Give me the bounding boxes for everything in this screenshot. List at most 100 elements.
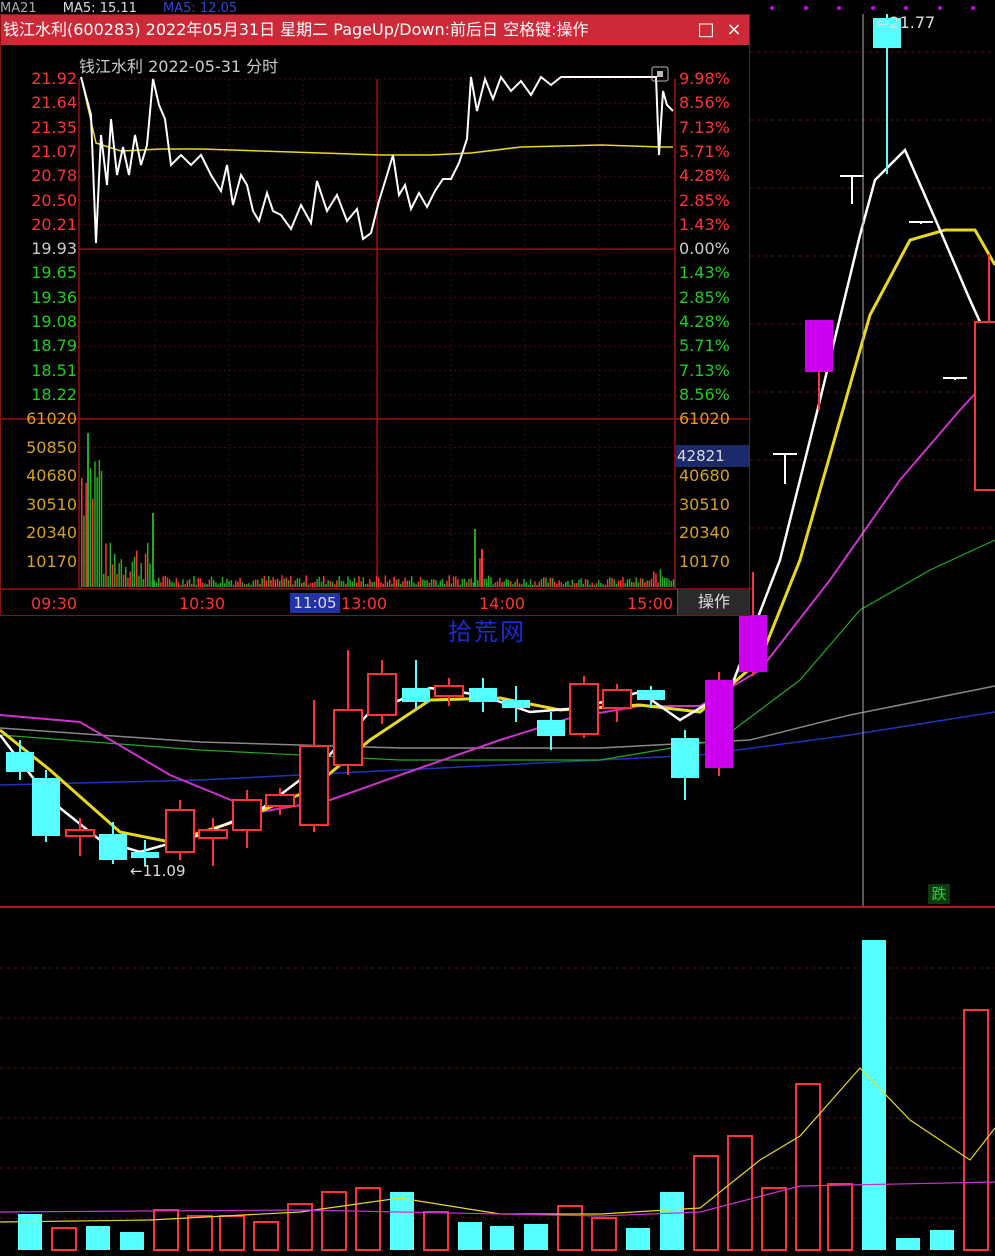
- percent-axis-label: 4.28%: [679, 312, 730, 331]
- intraday-volume-bar: [523, 578, 525, 587]
- volume-bar: [390, 1192, 414, 1250]
- intraday-volume-bar: [307, 584, 310, 587]
- intraday-volume-bar: [246, 584, 248, 587]
- intraday-volume-bar: [105, 543, 107, 587]
- volume-bar: [963, 1009, 989, 1251]
- intraday-volume-bar: [512, 584, 514, 587]
- time-axis-label: 13:00: [341, 594, 388, 613]
- intraday-volume-bar: [560, 582, 563, 587]
- intraday-volume-bar: [175, 578, 178, 587]
- candlestick: [402, 660, 430, 708]
- intraday-volume-bar: [206, 584, 208, 587]
- intraday-volume-bar: [446, 580, 448, 587]
- intraday-volume-bar: [496, 581, 499, 587]
- intraday-volume-bar: [208, 579, 211, 587]
- intraday-volume-bar: [562, 584, 565, 587]
- intraday-volume-bar: [290, 576, 292, 587]
- operate-button[interactable]: 操作: [677, 589, 749, 615]
- candle-body: [198, 829, 228, 839]
- intraday-volume-bar: [393, 576, 395, 587]
- intraday-volume-bar: [620, 580, 622, 587]
- intraday-volume-bar: [345, 583, 347, 587]
- intraday-volume-bar: [474, 529, 476, 587]
- intraday-volume-bar: [536, 584, 538, 587]
- intraday-volume-bar: [507, 580, 510, 587]
- intraday-volume-bar: [184, 584, 186, 587]
- candle-body: [805, 320, 833, 372]
- intraday-volume-bar: [428, 582, 431, 587]
- intraday-volume-bar: [635, 577, 637, 587]
- candle-body: [974, 321, 995, 491]
- intraday-volume-bar: [87, 433, 89, 587]
- intraday-volume-bar: [648, 580, 651, 587]
- candle-body: [569, 683, 599, 735]
- intraday-volume-bar: [547, 582, 549, 587]
- intraday-volume-bar: [488, 575, 490, 587]
- intraday-volume-bar: [650, 578, 653, 587]
- intraday-volume-bar: [287, 579, 290, 587]
- price-axis-label: 18.79: [31, 336, 77, 356]
- popup-subtitle: 钱江水利 2022-05-31 分时: [79, 57, 279, 76]
- volume-bar: [827, 1183, 853, 1251]
- intraday-volume-bar: [479, 558, 481, 587]
- candle-body: [671, 738, 699, 778]
- intraday-volume-bar: [569, 584, 571, 587]
- intraday-volume-bar: [450, 583, 453, 587]
- time-cursor-label: 11:05: [290, 593, 340, 613]
- intraday-volume-bar: [551, 578, 554, 587]
- candle-body: [537, 720, 565, 736]
- intraday-volume-bar: [241, 582, 244, 587]
- intraday-volume-bar: [125, 566, 127, 587]
- percent-axis-label: 8.56%: [679, 384, 730, 404]
- intraday-chart[interactable]: [1, 15, 749, 615]
- intraday-volume-bar: [661, 576, 664, 587]
- intraday-volume-bar: [668, 579, 670, 587]
- intraday-volume-bar: [540, 578, 543, 587]
- intraday-volume-bar: [413, 582, 415, 587]
- intraday-volume-bar: [215, 582, 217, 587]
- intraday-popup-window[interactable]: 钱江水利(600283) 2022年05月31日 星期二 PageUp/Down…: [0, 14, 750, 616]
- volume-bar: [524, 1224, 548, 1250]
- candlestick: [602, 684, 632, 722]
- volume-bar: [862, 940, 886, 1250]
- dot-series: [770, 4, 990, 12]
- intraday-volume-bar: [237, 581, 239, 587]
- volume-axis-label-left: 20340: [26, 523, 77, 543]
- intraday-volume-bar: [133, 556, 136, 587]
- price-axis-label: 20.78: [31, 166, 77, 186]
- volume-bar: [18, 1214, 42, 1250]
- intraday-volume-bar: [254, 579, 257, 587]
- intraday-volume-bar: [430, 579, 433, 587]
- intraday-volume-bar: [272, 577, 274, 587]
- intraday-volume-bar: [338, 575, 340, 587]
- intraday-volume-bar: [342, 581, 345, 587]
- price-axis-label: 21.07: [31, 141, 77, 161]
- intraday-volume-bar: [613, 579, 615, 587]
- intraday-volume-bar: [296, 578, 299, 587]
- intraday-volume-bar: [283, 578, 285, 587]
- intraday-volume-bar: [593, 584, 596, 587]
- intraday-volume-bar: [120, 559, 123, 587]
- intraday-volume-bar: [197, 577, 200, 587]
- candlestick: [232, 790, 262, 848]
- intraday-volume-bar: [268, 576, 270, 587]
- percent-axis-label: 7.13%: [679, 117, 730, 137]
- candlestick: [537, 712, 565, 750]
- intraday-volume-bar: [631, 581, 633, 587]
- intraday-volume-bar: [571, 580, 574, 587]
- intraday-volume-bar: [609, 577, 611, 587]
- intraday-volume-bar: [323, 576, 325, 587]
- candlestick: [502, 686, 530, 722]
- intraday-volume-bar: [257, 579, 259, 587]
- intraday-volume-bar: [127, 577, 129, 587]
- intraday-volume-bar: [659, 569, 662, 587]
- intraday-volume-bar: [177, 582, 180, 587]
- candle-body: [402, 688, 430, 702]
- intraday-volume-bar: [411, 576, 413, 587]
- intraday-volume-bar: [195, 584, 197, 587]
- volume-readout: 42821: [675, 445, 749, 467]
- intraday-volume-bar: [367, 583, 369, 587]
- intraday-volume-bar: [670, 580, 673, 587]
- intraday-volume-bar: [666, 577, 668, 587]
- intraday-volume-bar: [235, 580, 237, 587]
